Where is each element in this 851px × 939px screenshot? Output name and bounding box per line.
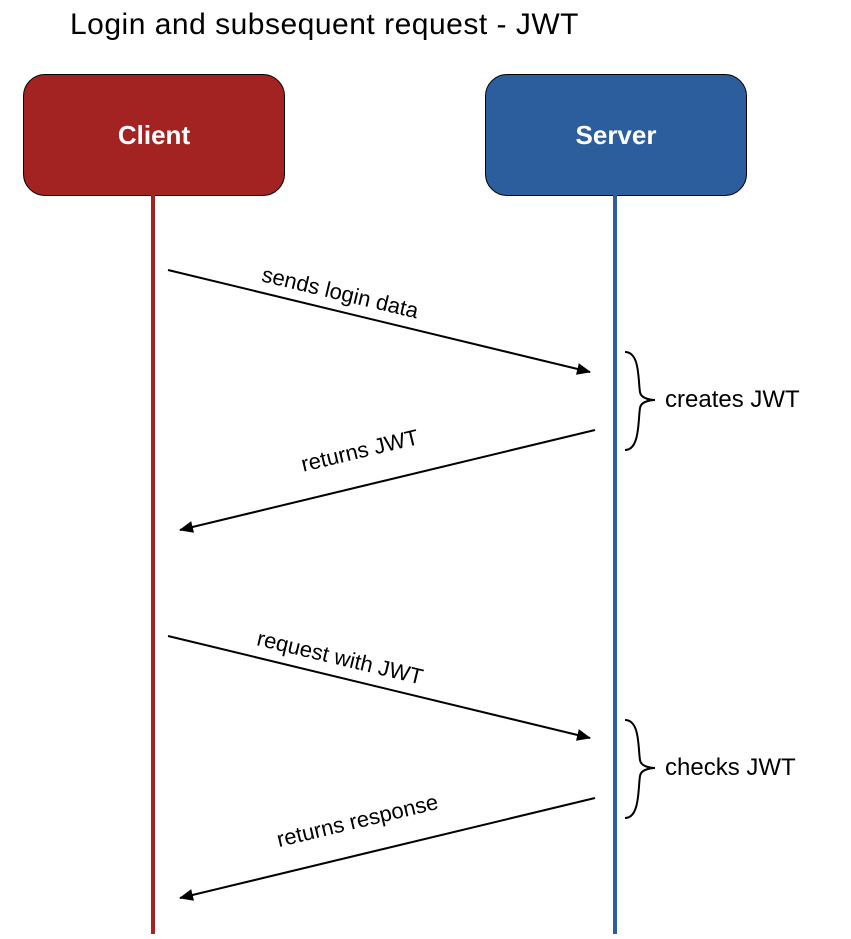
actor-server: Server <box>485 74 747 196</box>
diagram-title: Login and subsequent request - JWT <box>70 8 579 42</box>
message-label-m2: returns JWT <box>299 424 422 477</box>
message-label-m4: returns response <box>274 789 441 853</box>
lifeline-client <box>151 194 155 934</box>
actor-server-label: Server <box>576 120 657 151</box>
message-arrow-m1 <box>168 270 590 372</box>
message-label-m3: request with JWT <box>254 626 425 691</box>
lifeline-server <box>613 194 617 934</box>
note-label-n1: creates JWT <box>665 386 800 414</box>
note-label-n2: checks JWT <box>665 754 796 782</box>
brace-n1 <box>625 352 655 450</box>
message-label-m1: sends login data <box>259 262 421 325</box>
actor-client-label: Client <box>118 120 190 151</box>
message-arrow-m3 <box>168 636 590 738</box>
actor-client: Client <box>23 74 285 196</box>
brace-n2 <box>625 720 655 818</box>
sequence-diagram: { "title": "Login and subsequent request… <box>0 0 851 939</box>
